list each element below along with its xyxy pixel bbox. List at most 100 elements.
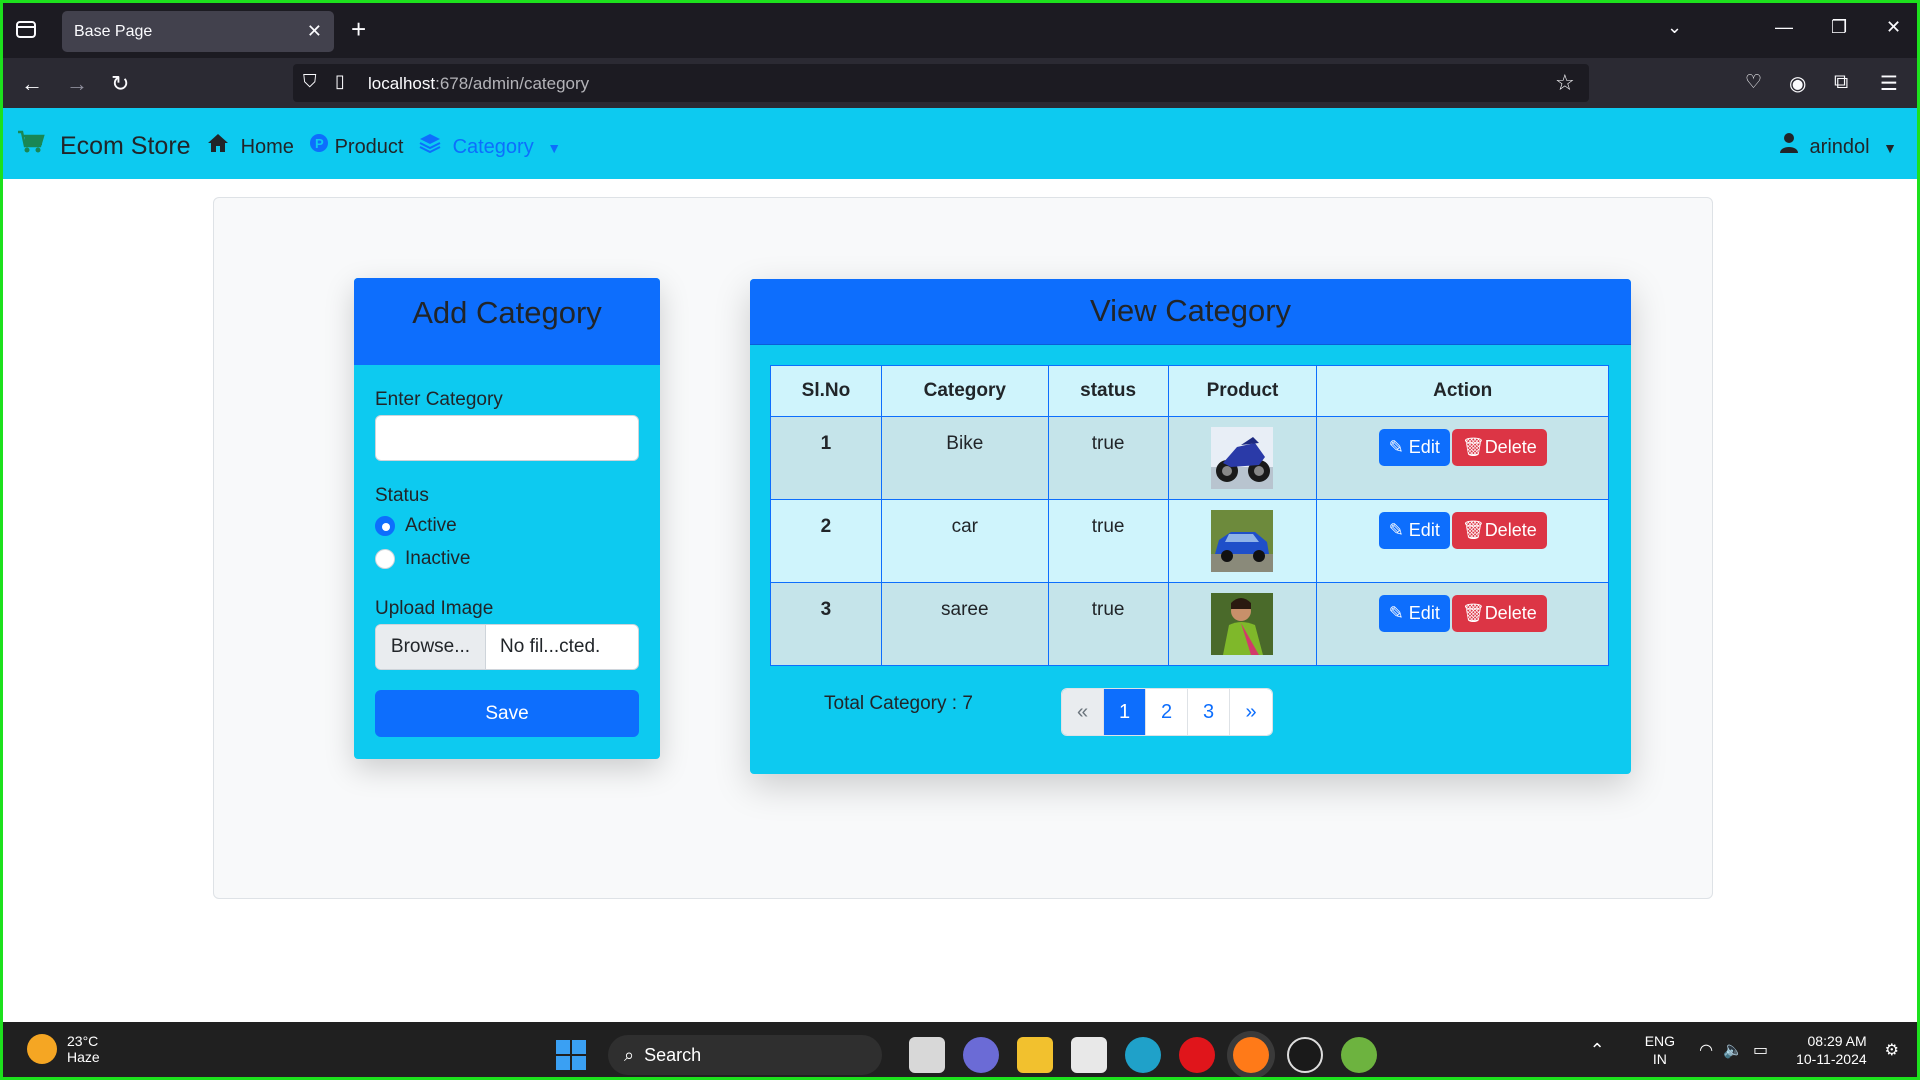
brand-link[interactable]: Ecom Store	[17, 130, 191, 161]
delete-button[interactable]: 🗑Delete	[1451, 512, 1547, 549]
save-button[interactable]: Save	[375, 690, 639, 737]
pocket-icon[interactable]: ♡	[1745, 71, 1762, 94]
edge-browser-icon[interactable]	[1125, 1037, 1161, 1073]
table-row: 3 saree true ✎ Edit 🗑Delete	[770, 582, 1609, 666]
language-indicator[interactable]: ENG IN	[1645, 1032, 1675, 1068]
category-table: Sl.No Category status Product Action 1 B…	[770, 365, 1609, 666]
browse-button[interactable]: Browse...	[376, 625, 486, 669]
trash-icon: 🗑	[1461, 520, 1485, 540]
view-category-card: View Category Sl.No Category status Prod…	[750, 279, 1631, 774]
edit-button[interactable]: ✎ Edit	[1378, 595, 1450, 632]
user-dropdown[interactable]: arindol ▼	[1779, 133, 1897, 159]
url-bar[interactable]: ⛉ ▯ localhost:678/admin/category ☆	[293, 64, 1589, 102]
pagination-page-3[interactable]: 3	[1188, 689, 1230, 735]
bike-thumbnail	[1211, 427, 1274, 489]
pagination-prev[interactable]: «	[1062, 689, 1104, 735]
reload-icon[interactable]: ↻	[111, 71, 129, 97]
cell-status: true	[1047, 582, 1169, 666]
clock-time: 08:29 AM	[1807, 1033, 1867, 1049]
close-window-icon[interactable]: ✕	[1886, 17, 1901, 38]
shield-icon[interactable]: ⛉	[303, 71, 317, 92]
add-category-title: Add Category	[412, 295, 602, 330]
edit-label: Edit	[1408, 520, 1440, 540]
weather-widget[interactable]: 23°C Haze	[27, 1033, 100, 1065]
teams-chat-icon[interactable]	[963, 1037, 999, 1073]
trash-icon: 🗑	[1461, 437, 1485, 457]
status-inactive-option[interactable]: Inactive	[375, 548, 470, 570]
firefox-browser-icon[interactable]	[1233, 1037, 1269, 1073]
pagination-next[interactable]: »	[1230, 689, 1272, 735]
volume-icon[interactable]: 🔈	[1723, 1040, 1743, 1060]
edit-button[interactable]: ✎ Edit	[1378, 429, 1450, 466]
pagination-page-2[interactable]: 2	[1146, 689, 1188, 735]
new-tab-icon[interactable]: +	[351, 15, 366, 43]
tab-list-icon[interactable]	[15, 18, 41, 44]
browser-nav-bar: ← → ↻ ⛉ ▯ localhost:678/admin/category ☆…	[3, 58, 1917, 108]
nav-product[interactable]: P Product	[309, 133, 404, 159]
delete-button[interactable]: 🗑Delete	[1451, 429, 1547, 466]
cell-status: true	[1047, 416, 1169, 500]
col-header-category: Category	[880, 365, 1049, 417]
clock-date: 10-11-2024	[1796, 1051, 1867, 1067]
taskbar-apps: ⌕ Search	[556, 1035, 1386, 1075]
pagination-page-1[interactable]: 1	[1104, 689, 1146, 735]
edit-button[interactable]: ✎ Edit	[1378, 512, 1450, 549]
col-header-product: Product	[1167, 365, 1318, 417]
tab-overflow-icon[interactable]: ⌄	[1667, 17, 1682, 38]
menu-icon[interactable]: ☰	[1880, 71, 1898, 96]
task-view-icon[interactable]	[909, 1037, 945, 1073]
status-inactive-radio[interactable]	[375, 549, 395, 569]
cell-slno: 3	[770, 582, 882, 666]
cell-status: true	[1047, 499, 1169, 583]
taskbar-search[interactable]: ⌕ Search	[608, 1035, 882, 1075]
weather-haze-icon	[27, 1034, 57, 1064]
opera-browser-icon[interactable]	[1179, 1037, 1215, 1073]
battery-icon[interactable]: ▭	[1753, 1040, 1768, 1060]
weather-temp: 23°C	[67, 1033, 99, 1049]
clock[interactable]: 08:29 AM 10-11-2024	[1796, 1032, 1867, 1068]
caret-down-icon: ▼	[547, 140, 562, 156]
status-active-option[interactable]: Active	[375, 515, 457, 537]
account-icon[interactable]: ◉	[1789, 71, 1806, 96]
delete-label: Delete	[1484, 520, 1537, 540]
browser-tab-active[interactable]: Base Page ✕	[62, 11, 334, 52]
bookmark-star-icon[interactable]: ☆	[1555, 70, 1575, 96]
image-file-input[interactable]: Browse... No fil...cted.	[375, 624, 639, 670]
restore-icon[interactable]: ❐	[1831, 17, 1847, 38]
category-name-input[interactable]	[375, 415, 639, 461]
close-tab-icon[interactable]: ✕	[307, 21, 322, 42]
chevron-up-icon[interactable]: ⌃	[1590, 1040, 1605, 1061]
browser-tab-bar: Base Page ✕ + ⌄ — ❐ ✕	[3, 3, 1917, 58]
file-explorer-icon[interactable]	[1017, 1037, 1053, 1073]
view-category-title: View Category	[1089, 293, 1292, 328]
user-icon	[1779, 133, 1804, 158]
total-category-text: Total Category : 7	[824, 693, 973, 714]
add-category-card: Add Category Enter Category Status Activ…	[354, 278, 660, 759]
edit-label: Edit	[1408, 603, 1440, 623]
notification-icon[interactable]: ⚙	[1885, 1040, 1899, 1060]
nav-product-label: Product	[334, 136, 404, 158]
spring-tool-suite-icon[interactable]	[1341, 1037, 1377, 1073]
view-category-header: View Category	[750, 279, 1631, 345]
nav-category-dropdown[interactable]: Category ▼	[419, 133, 561, 159]
forward-icon[interactable]: →	[66, 71, 88, 97]
edit-label: Edit	[1408, 437, 1440, 457]
status-active-radio[interactable]	[375, 516, 395, 536]
lang-region: IN	[1652, 1051, 1667, 1067]
layers-icon	[419, 134, 447, 158]
cell-actions: ✎ Edit 🗑Delete	[1316, 416, 1609, 500]
ms-store-icon[interactable]	[1071, 1037, 1107, 1073]
windows-start-icon[interactable]	[556, 1040, 586, 1070]
nav-home[interactable]: Home	[207, 133, 294, 159]
cell-slno: 2	[770, 499, 882, 583]
back-icon[interactable]: ←	[21, 71, 43, 97]
col-header-action: Action	[1316, 365, 1609, 417]
minimize-icon[interactable]: —	[1775, 17, 1793, 38]
dell-icon[interactable]	[1287, 1037, 1323, 1073]
wifi-icon[interactable]: ◠	[1699, 1040, 1713, 1060]
delete-button[interactable]: 🗑Delete	[1451, 595, 1547, 632]
cart-icon	[17, 130, 52, 160]
extensions-icon[interactable]: ⧉	[1834, 71, 1848, 94]
cell-actions: ✎ Edit 🗑Delete	[1316, 499, 1609, 583]
system-tray: ⌃ ENG IN ◠ 🔈 ▭ 08:29 AM 10-11-2024 ⚙	[1590, 1032, 1899, 1068]
